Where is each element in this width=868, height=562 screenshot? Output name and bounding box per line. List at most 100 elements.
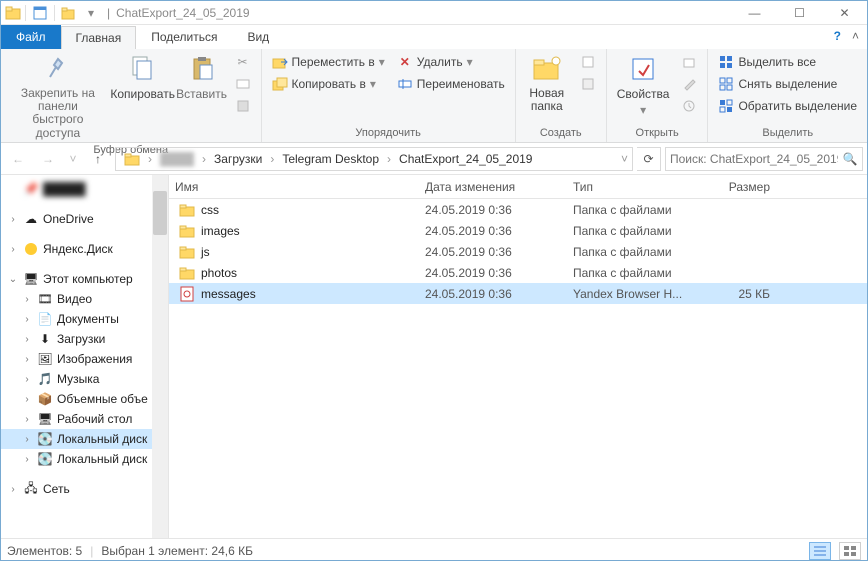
refresh-button[interactable]: ⟳ [637, 147, 661, 171]
music-icon: 🎵 [37, 371, 53, 387]
folder-icon [179, 265, 195, 281]
nav-localdisk2-label: Локальный диск [57, 452, 147, 466]
main: 📌█████ ›☁OneDrive ›Яндекс.Диск ⌄🖥Этот ко… [1, 175, 867, 538]
invert-selection-button[interactable]: Обратить выделение [714, 97, 861, 115]
edit-button[interactable] [677, 75, 701, 93]
copy-path-button[interactable] [231, 75, 255, 93]
file-row[interactable]: messages24.05.2019 0:36Yandex Browser H.… [169, 283, 867, 304]
new-folder-qat-icon[interactable] [61, 5, 77, 21]
breadcrumb-downloads[interactable]: Загрузки [208, 148, 268, 170]
paste-shortcut-button[interactable] [231, 97, 255, 115]
rename-button[interactable]: Переименовать [393, 75, 509, 93]
close-button[interactable]: ✕ [822, 1, 867, 24]
col-date[interactable]: Дата изменения [419, 180, 567, 194]
nav-item-yandex[interactable]: ›Яндекс.Диск [1, 239, 168, 259]
cut-button[interactable]: ✂ [231, 53, 255, 71]
breadcrumb-telegram[interactable]: Telegram Desktop [276, 148, 385, 170]
file-row[interactable]: images24.05.2019 0:36Папка с файлами [169, 220, 867, 241]
nav-item-3d[interactable]: ›📦Объемные объе [1, 389, 168, 409]
new-folder-label: Новая папка [529, 87, 564, 113]
maximize-button[interactable]: ☐ [777, 1, 822, 24]
breadcrumb-root[interactable] [118, 148, 146, 170]
paste-icon [186, 53, 218, 85]
minimize-ribbon-icon[interactable]: ˄ [852, 29, 859, 43]
address-bar: ← → ˅ ↑ › ████ › Загрузки › Telegram Des… [1, 143, 867, 175]
help-icon[interactable]: ? [834, 29, 841, 43]
nav-item-thispc[interactable]: ⌄🖥Этот компьютер [1, 269, 168, 289]
folder-icon [5, 5, 21, 21]
tab-file[interactable]: Файл [1, 25, 61, 49]
col-name[interactable]: Имя [169, 180, 419, 194]
properties-button[interactable]: Свойства▾ [613, 51, 674, 119]
nav-back-button[interactable]: ← [5, 146, 31, 172]
copy-to-icon [272, 76, 288, 92]
group-clipboard: Закрепить на панели быстрого доступа Коп… [1, 49, 262, 142]
breadcrumb[interactable]: › ████ › Загрузки › Telegram Desktop › C… [115, 147, 633, 171]
documents-icon: 📄 [37, 311, 53, 327]
search-input[interactable] [670, 152, 838, 166]
new-folder-button[interactable]: Новая папка [522, 51, 572, 115]
search-icon[interactable]: 🔍 [842, 151, 858, 167]
nav-forward-button[interactable]: → [35, 146, 61, 172]
minimize-button[interactable]: — [732, 1, 777, 24]
nav-scroll-thumb[interactable] [153, 191, 167, 235]
move-to-button[interactable]: Переместить в ▾ [268, 53, 389, 71]
tab-share[interactable]: Поделиться [136, 25, 232, 49]
nav-item-network[interactable]: ›🖧Сеть [1, 479, 168, 499]
select-none-button[interactable]: Снять выделение [714, 75, 861, 93]
col-type[interactable]: Тип [567, 180, 707, 194]
nav-item-video[interactable]: ›🎞Видео [1, 289, 168, 309]
view-large-icons-button[interactable] [839, 542, 861, 560]
open-icon [681, 54, 697, 70]
search-box[interactable]: 🔍 [665, 147, 863, 171]
group-organize-label: Упорядочить [268, 125, 509, 142]
file-row[interactable]: js24.05.2019 0:36Папка с файлами [169, 241, 867, 262]
history-button[interactable] [677, 97, 701, 115]
nav-item-pictures[interactable]: ›🖼Изображения [1, 349, 168, 369]
group-select-label: Выделить [714, 125, 861, 142]
nav-item-onedrive[interactable]: ›☁OneDrive [1, 209, 168, 229]
new-item-button[interactable] [576, 53, 600, 71]
tab-view[interactable]: Вид [232, 25, 284, 49]
open-button[interactable] [677, 53, 701, 71]
col-size[interactable]: Размер [707, 180, 777, 194]
ribbon-tabs: Файл Главная Поделиться Вид ˄ ? [1, 25, 867, 49]
cut-icon: ✂ [235, 54, 251, 70]
view-details-button[interactable] [809, 542, 831, 560]
breadcrumb-dropdown-icon[interactable]: ˅ [619, 152, 630, 166]
nav-item-localdisk1[interactable]: ›💽Локальный диск [1, 429, 168, 449]
nav-recent-button[interactable]: ˅ [65, 146, 81, 172]
copy-to-button[interactable]: Копировать в ▾ [268, 75, 389, 93]
breadcrumb-hidden[interactable]: ████ [154, 148, 200, 170]
group-organize: Переместить в ▾ Копировать в ▾ ✕Удалить … [262, 49, 516, 142]
properties-qat-icon[interactable] [32, 5, 48, 21]
group-select: Выделить все Снять выделение Обратить вы… [708, 49, 867, 142]
nav-item-quick-access[interactable]: 📌█████ [1, 179, 168, 199]
file-row[interactable]: css24.05.2019 0:36Папка с файлами [169, 199, 867, 220]
nav-item-music[interactable]: ›🎵Музыка [1, 369, 168, 389]
nav-network-label: Сеть [43, 482, 70, 496]
nav-up-button[interactable]: ↑ [85, 146, 111, 172]
status-selection: Выбран 1 элемент: 24,6 КБ [101, 544, 253, 558]
invert-selection-label: Обратить выделение [738, 99, 857, 113]
nav-item-documents[interactable]: ›📄Документы [1, 309, 168, 329]
delete-button[interactable]: ✕Удалить ▾ [393, 53, 509, 71]
edit-icon [681, 76, 697, 92]
breadcrumb-current[interactable]: ChatExport_24_05_2019 [393, 148, 538, 170]
tab-home[interactable]: Главная [61, 26, 137, 49]
file-date: 24.05.2019 0:36 [419, 266, 567, 280]
nav-item-localdisk2[interactable]: ›💽Локальный диск [1, 449, 168, 469]
file-row[interactable]: photos24.05.2019 0:36Папка с файлами [169, 262, 867, 283]
paste-button[interactable]: Вставить [177, 51, 227, 103]
select-all-button[interactable]: Выделить все [714, 53, 861, 71]
onedrive-icon: ☁ [23, 211, 39, 227]
qat-dropdown-icon[interactable]: ▾ [83, 5, 99, 21]
nav-scrollbar[interactable] [152, 175, 168, 538]
copy-to-label: Копировать в [292, 77, 366, 91]
nav-item-desktop[interactable]: ›🖥Рабочий стол [1, 409, 168, 429]
copy-button[interactable]: Копировать [113, 51, 173, 103]
pin-quick-access-button[interactable]: Закрепить на панели быстрого доступа [7, 51, 109, 142]
rename-icon [397, 76, 413, 92]
nav-item-downloads[interactable]: ›⬇Загрузки [1, 329, 168, 349]
easy-access-button[interactable] [576, 75, 600, 93]
